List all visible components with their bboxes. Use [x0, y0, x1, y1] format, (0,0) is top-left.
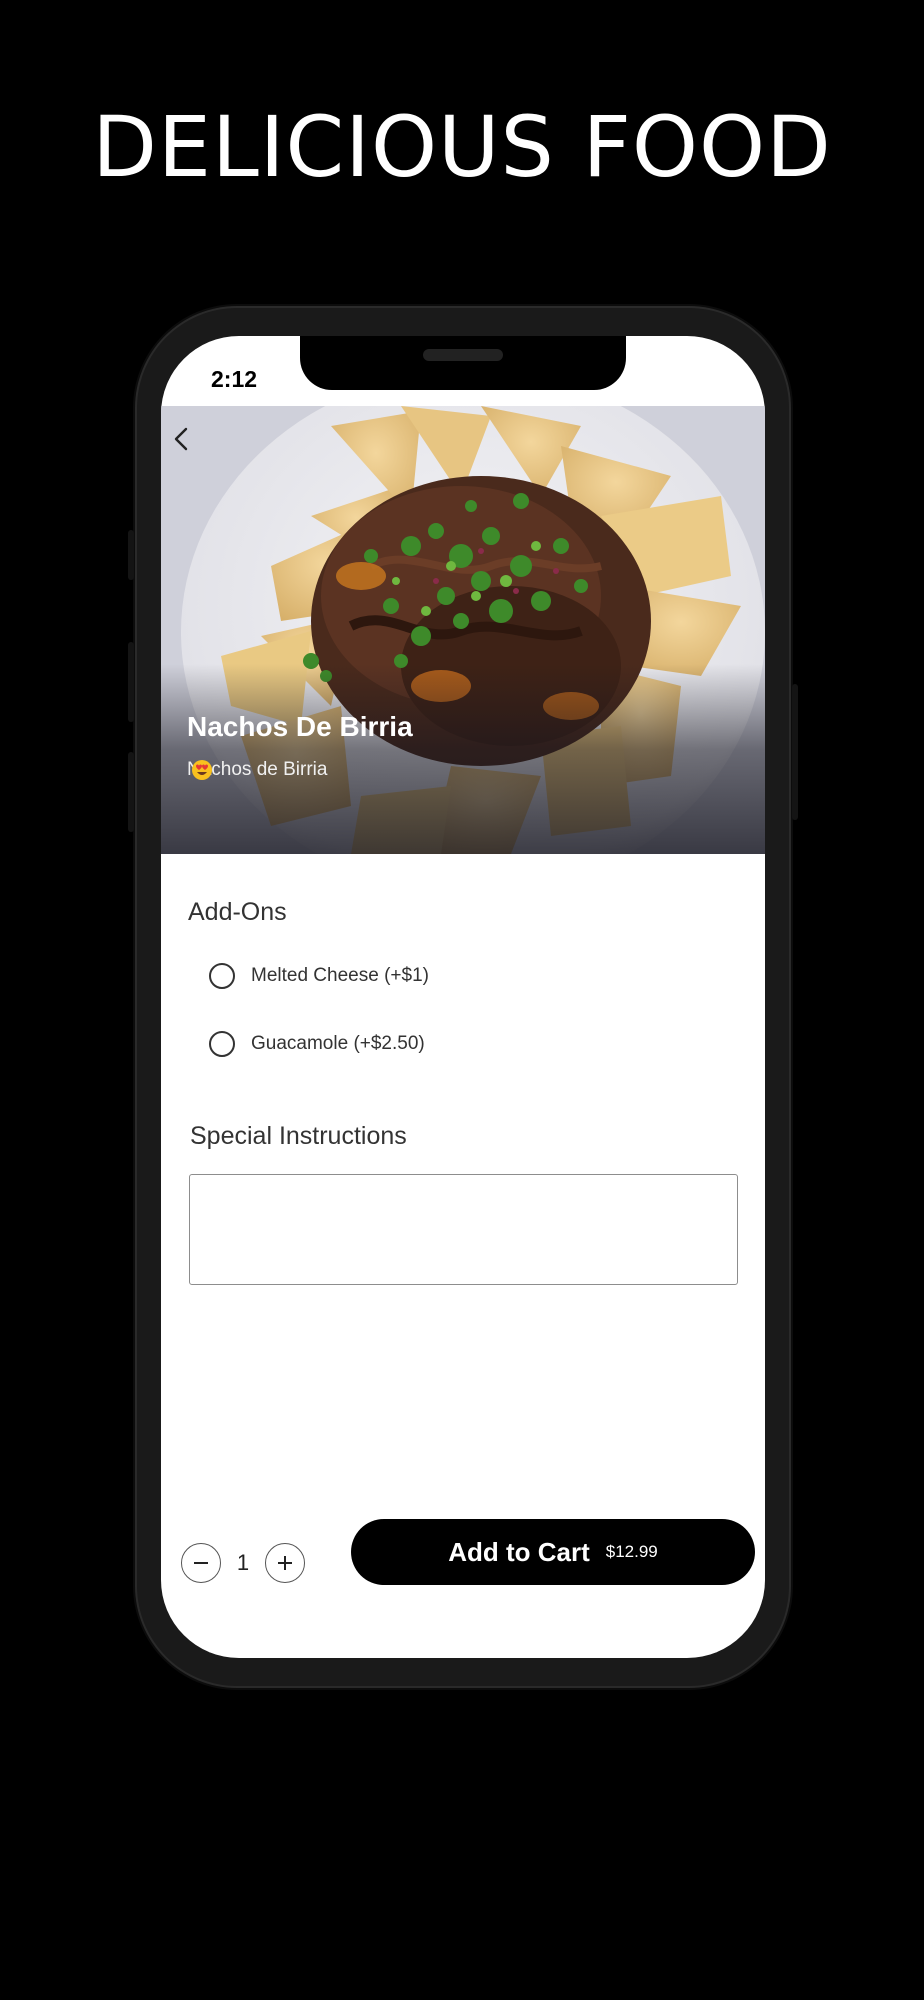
- increase-quantity-button[interactable]: [265, 1543, 305, 1583]
- speaker-grille: [423, 349, 503, 361]
- special-instructions-input[interactable]: [189, 1174, 738, 1285]
- cart-price: $12.99: [605, 1542, 658, 1561]
- phone-screen: 2:12 Nachos De Birria Nachos de Birria A…: [161, 336, 765, 1658]
- promo-headline: DELICIOUS FOOD: [92, 98, 832, 196]
- addon-option-label: Melted Cheese (+$1): [251, 965, 429, 986]
- quantity-value: 1: [236, 1550, 250, 1575]
- phone-side-button: [128, 530, 134, 580]
- minus-icon: [194, 1562, 208, 1564]
- dish-title: Nachos De Birria: [187, 711, 413, 742]
- phone-volume-up: [128, 642, 134, 722]
- addons-title: Add-Ons: [188, 898, 287, 926]
- addon-option-melted-cheese[interactable]: Melted Cheese (+$1): [209, 963, 429, 989]
- food-hero-image: Nachos De Birria Nachos de Birria: [161, 406, 765, 854]
- radio-unchecked-icon[interactable]: [209, 963, 235, 989]
- addon-option-guacamole[interactable]: Guacamole (+$2.50): [209, 1031, 425, 1057]
- chevron-left-icon: [174, 427, 188, 451]
- phone-volume-down: [128, 752, 134, 832]
- status-time: 2:12: [211, 366, 258, 392]
- radio-unchecked-icon[interactable]: [209, 1031, 235, 1057]
- phone-power-button: [792, 684, 798, 820]
- heart-eyes-emoji-icon: [192, 760, 212, 780]
- notch: [300, 336, 626, 390]
- plus-icon: [278, 1556, 292, 1570]
- add-to-cart-label: Add to Cart: [448, 1536, 590, 1567]
- add-to-cart-button[interactable]: Add to Cart $12.99: [351, 1519, 755, 1585]
- phone-frame: 2:12 Nachos De Birria Nachos de Birria A…: [128, 308, 798, 1686]
- decrease-quantity-button[interactable]: [181, 1543, 221, 1583]
- addon-option-label: Guacamole (+$2.50): [251, 1033, 425, 1054]
- quantity-stepper: 1: [181, 1543, 305, 1583]
- special-instructions-title: Special Instructions: [190, 1122, 407, 1150]
- back-button[interactable]: [171, 426, 207, 462]
- dish-description: Nachos de Birria: [187, 759, 327, 781]
